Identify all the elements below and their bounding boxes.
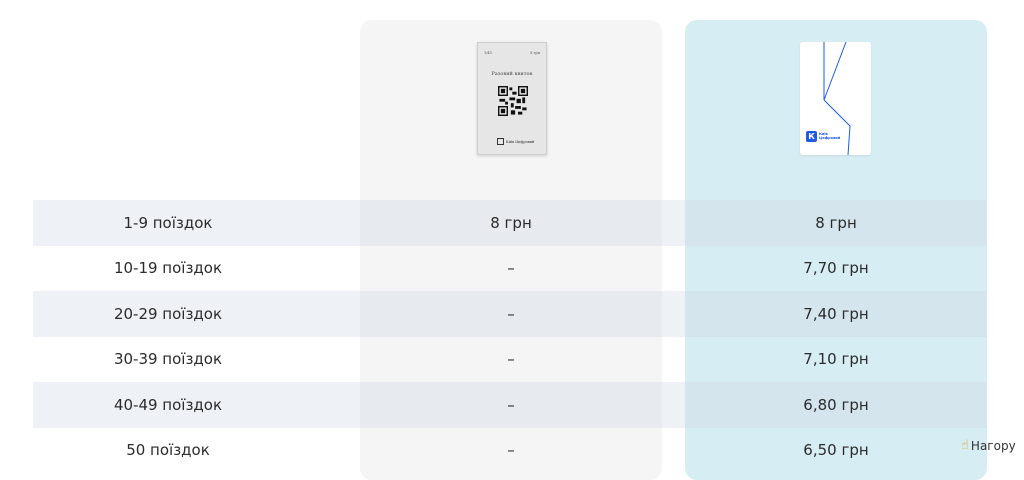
ticket-header: 1/45 8 грн: [484, 51, 540, 55]
card-brand: Київ Цифровий: [819, 132, 840, 140]
trips-cell: 20-29 поїздок: [113, 304, 223, 323]
pointing-hand-icon: ☝: [961, 438, 969, 453]
trips-cell: 50 поїздок: [126, 441, 210, 460]
ticket-title: Разовий квиток: [491, 71, 533, 77]
table-row: 30-39 поїздок – 7,10 грн: [33, 337, 987, 383]
trips-cell: 1-9 поїздок: [123, 213, 213, 232]
table-row: 20-29 поїздок – 7,40 грн: [33, 291, 987, 337]
card-price-cell: 6,50 грн: [803, 441, 869, 460]
paper-ticket-image: 1/45 8 грн Разовий квиток Київ Цифровий: [477, 42, 547, 155]
trips-cell: 10-19 поїздок: [113, 259, 223, 278]
table-row: 1-9 поїздок 8 грн 8 грн: [33, 200, 987, 246]
trips-cell: 30-39 поїздок: [113, 350, 223, 369]
scroll-to-top-button[interactable]: ☝ Нагору: [961, 438, 1016, 453]
scroll-to-top-label: Нагору: [970, 438, 1016, 453]
ticket-price: 8 грн: [530, 51, 540, 55]
paper-price-cell: –: [507, 395, 515, 414]
paper-price-cell: –: [507, 441, 515, 460]
table-row: 10-19 поїздок – 7,70 грн: [33, 246, 987, 292]
paper-price-cell: –: [507, 350, 515, 369]
trips-cell: 40-49 поїздок: [113, 395, 223, 414]
price-table: 1-9 поїздок 8 грн 8 грн 10-19 поїздок – …: [33, 200, 987, 473]
paper-price-cell: –: [507, 259, 515, 278]
card-price-cell: 8 грн: [815, 213, 857, 232]
ticket-logo-text: Київ Цифровий: [506, 139, 535, 144]
card-price-cell: 7,10 грн: [803, 350, 869, 369]
qr-code-icon: [498, 86, 528, 116]
paper-price-cell: –: [507, 304, 515, 323]
table-row: 40-49 поїздок – 6,80 грн: [33, 382, 987, 428]
kyiv-digital-card-image: К Київ Цифровий: [800, 42, 871, 155]
ticket-number: 1/45: [484, 51, 492, 55]
kyiv-digital-logo-icon: [497, 138, 504, 145]
card-price-cell: 6,80 грн: [803, 395, 869, 414]
card-brand-line2: Цифровий: [819, 136, 841, 140]
card-price-cell: 7,70 грн: [803, 259, 869, 278]
table-row: 50 поїздок – 6,50 грн: [33, 428, 987, 474]
card-price-cell: 7,40 грн: [803, 304, 869, 323]
ticket-logo: Київ Цифровий: [497, 138, 534, 145]
paper-price-cell: 8 грн: [490, 213, 532, 232]
kyiv-digital-logo-icon: К: [806, 131, 817, 142]
